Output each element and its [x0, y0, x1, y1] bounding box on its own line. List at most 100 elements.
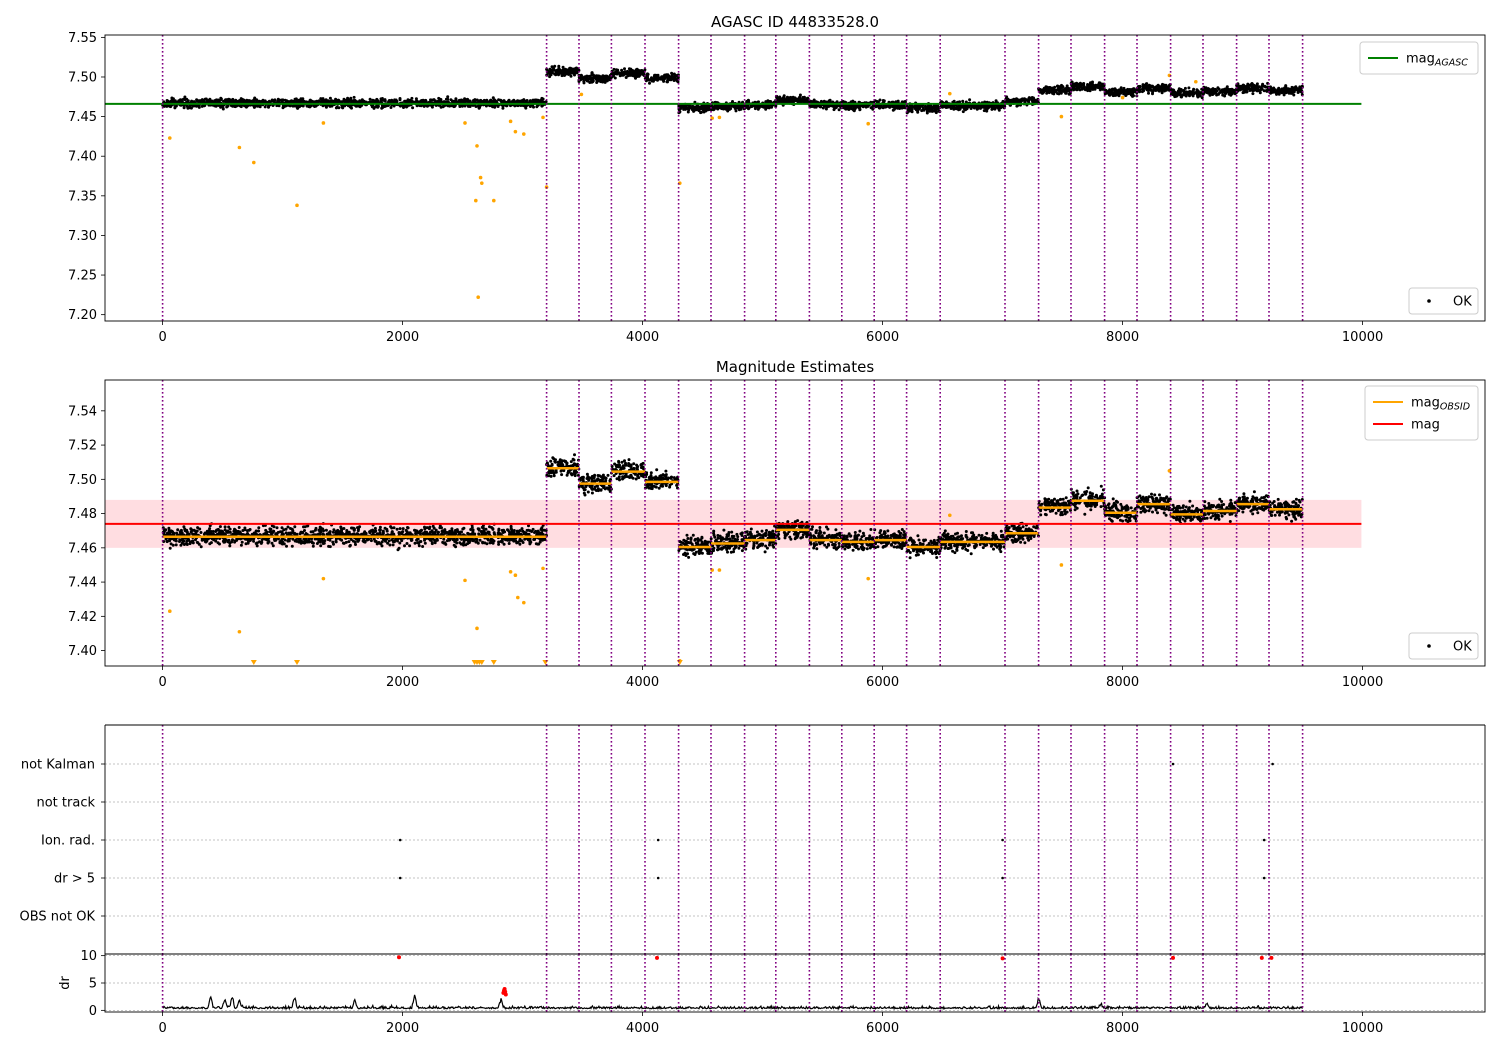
panel-agasc-ok-point: [1101, 82, 1104, 86]
panel-agasc-ok-point: [534, 100, 538, 104]
panel-agasc-ok-point: [449, 98, 453, 102]
panel-agasc-ok-point: [562, 73, 566, 77]
figure: AGASC ID 44833528.00 2000 4000 6000 8000 1000…: [0, 0, 1500, 1050]
panel-agasc-ok-point: [1187, 86, 1191, 90]
panel-agasc-ok-point: [239, 97, 243, 101]
panel-agasc-ok-point: [928, 109, 932, 113]
panel-agasc-ok-point: [623, 67, 626, 71]
panel-agasc-ok-point: [309, 99, 313, 103]
panel-agasc-ok-point: [1016, 98, 1020, 102]
panel-agasc-ok-point: [446, 97, 450, 101]
panel-agasc-ok-point: [273, 98, 277, 102]
panel-agasc-xtick-label: 0: [158, 330, 166, 345]
panel-agasc-ok-point: [1024, 98, 1027, 102]
panel-agasc-ok-point: [849, 105, 853, 109]
panel-agasc-ok-point: [902, 105, 906, 109]
panel-agasc-ok-point: [1219, 89, 1223, 93]
panel-agasc-ytick-label: 7.25: [68, 269, 97, 284]
panel-agasc-ok-point: [1225, 85, 1229, 89]
panel-agasc-ok-point: [501, 106, 505, 110]
panel-agasc-ok-point: [195, 98, 199, 102]
panel-agasc-ok-point: [1225, 89, 1229, 93]
panel-agasc-ok-point: [1273, 88, 1277, 91]
panel-estimates-ok-point: [259, 541, 263, 545]
panel-estimates-ok-point: [481, 526, 485, 530]
panel-agasc-ok-point: [727, 105, 731, 109]
panel-estimates-ok-point: [287, 531, 291, 535]
panel-agasc-ok-point: [1045, 91, 1049, 95]
panel-agasc-ok-point: [824, 107, 828, 111]
panel-agasc-ok-point: [1111, 87, 1115, 91]
panel-agasc-ytick-label: 7.50: [68, 70, 97, 85]
panel-agasc-ok-point: [538, 99, 542, 103]
panel-estimates-ok-point: [405, 542, 409, 545]
panel-agasc-ytick-label: 7.55: [68, 31, 97, 46]
panel-estimates-ok-point: [202, 532, 206, 536]
panel-agasc-ok-point: [1210, 92, 1214, 96]
panel-agasc-ok-point: [349, 96, 353, 100]
panel-agasc-ok-point: [554, 73, 558, 77]
panel-agasc-ok-point: [395, 99, 399, 103]
panel-agasc-ok-point: [1182, 93, 1186, 96]
panel-estimates-ok-point: [369, 539, 373, 543]
panel-agasc-ok-point: [414, 97, 418, 101]
panel-agasc-ok-point: [1166, 86, 1170, 90]
panel-estimates-ok-point: [266, 541, 270, 545]
panel-agasc-ok-point: [747, 106, 751, 110]
panel-estimates-ok-point: [199, 531, 203, 534]
panel-agasc-ok-point: [682, 105, 686, 109]
panel-estimates-ok-point: [417, 544, 421, 548]
panel-agasc-ok-point: [1039, 88, 1042, 92]
panel-agasc-ok-point: [760, 104, 764, 108]
panel-agasc-ok-point: [781, 96, 785, 100]
panel-estimates-ok-point: [486, 530, 490, 534]
panel-agasc-ytick-label: 7.35: [68, 189, 97, 204]
panel-estimates-ok-point: [291, 531, 295, 535]
panel-agasc-ok-point: [603, 80, 607, 84]
panel-agasc-outlier-point: [948, 91, 952, 96]
panel-agasc-ok-point: [1160, 88, 1164, 92]
panel-agasc-ok-point: [604, 74, 608, 78]
panel-estimates-ok-point: [317, 540, 321, 544]
panel-agasc-ok-point: [1180, 95, 1183, 99]
panel-agasc-ok-point: [389, 106, 393, 109]
panel-estimates-ok-point: [531, 527, 535, 531]
panel-estimates-ok-point: [178, 530, 182, 534]
panel-agasc-ok-point: [287, 100, 291, 104]
panel-agasc-ok-point: [699, 110, 703, 114]
panel-agasc-ok-point: [514, 100, 517, 104]
panel-estimates-ok-point: [478, 538, 482, 542]
panel-agasc-ok-point: [556, 71, 560, 75]
panel-agasc-outlier-point: [1194, 79, 1198, 84]
panel-agasc-ok-point: [1251, 92, 1255, 96]
panel-estimates-ok-point: [497, 528, 501, 532]
panel-agasc-ok-point: [1045, 86, 1049, 89]
panel-agasc-ok-point: [1075, 81, 1079, 85]
panel-agasc-title: AGASC ID 44833528.0: [711, 13, 879, 31]
panel-estimates-ok-point: [311, 530, 315, 534]
panel-agasc-ok-point: [1260, 87, 1264, 91]
panel-estimates-ok-point: [218, 542, 221, 546]
panel-agasc-ok-point: [582, 81, 586, 85]
panel-agasc-ok-point: [962, 107, 966, 111]
panel-agasc-ok-point: [980, 105, 984, 109]
panel-agasc-ok-point: [383, 105, 387, 108]
panel-agasc-ok-point: [472, 99, 475, 102]
panel-agasc-ok-point: [1195, 88, 1199, 92]
panel-agasc-ok-point: [221, 105, 225, 109]
panel-agasc-xtick-label: 2000: [386, 330, 419, 345]
panel-agasc-ok-point: [628, 73, 632, 77]
panel-agasc-ok-point: [648, 81, 651, 85]
panel-agasc-ytick-label: 7.20: [68, 308, 97, 323]
panel-agasc-ok-point: [590, 78, 594, 82]
panel-agasc-ok-point: [650, 76, 653, 80]
panel-agasc-ok-point: [1151, 92, 1154, 96]
panel-agasc-ok-point: [1275, 92, 1278, 96]
panel-agasc-ok-point: [572, 67, 576, 71]
panel-agasc-ok-point: [585, 79, 589, 83]
panel-agasc-ok-point: [813, 104, 817, 108]
panel-agasc-ok-point: [360, 98, 364, 102]
panel-agasc-xtick-label: 6000: [866, 330, 899, 345]
panel-agasc-ok-point: [569, 74, 573, 78]
panel-agasc-ok-point: [1177, 89, 1181, 93]
